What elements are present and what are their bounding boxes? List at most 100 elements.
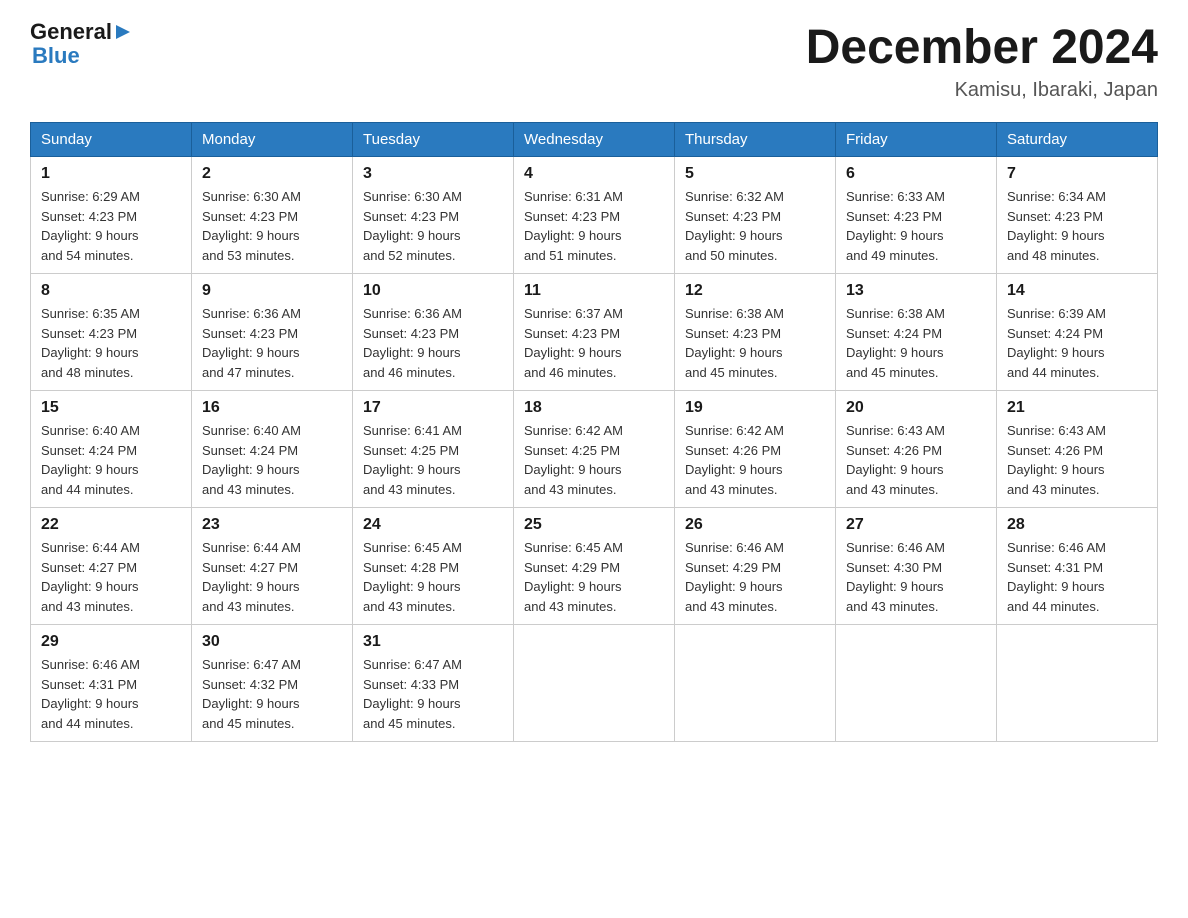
calendar-cell: 2 Sunrise: 6:30 AM Sunset: 4:23 PM Dayli… xyxy=(192,157,353,274)
day-number: 3 xyxy=(363,165,503,183)
header-monday: Monday xyxy=(192,123,353,157)
calendar-cell: 12 Sunrise: 6:38 AM Sunset: 4:23 PM Dayl… xyxy=(675,274,836,391)
day-number: 6 xyxy=(846,165,986,183)
calendar-cell: 1 Sunrise: 6:29 AM Sunset: 4:23 PM Dayli… xyxy=(31,157,192,274)
day-number: 27 xyxy=(846,516,986,534)
calendar-cell: 18 Sunrise: 6:42 AM Sunset: 4:25 PM Dayl… xyxy=(514,391,675,508)
day-number: 25 xyxy=(524,516,664,534)
calendar-cell: 16 Sunrise: 6:40 AM Sunset: 4:24 PM Dayl… xyxy=(192,391,353,508)
calendar-cell: 3 Sunrise: 6:30 AM Sunset: 4:23 PM Dayli… xyxy=(353,157,514,274)
month-title: December 2024 xyxy=(806,20,1158,75)
calendar-cell: 10 Sunrise: 6:36 AM Sunset: 4:23 PM Dayl… xyxy=(353,274,514,391)
header-saturday: Saturday xyxy=(997,123,1158,157)
day-number: 26 xyxy=(685,516,825,534)
calendar-cell: 4 Sunrise: 6:31 AM Sunset: 4:23 PM Dayli… xyxy=(514,157,675,274)
day-number: 4 xyxy=(524,165,664,183)
day-info: Sunrise: 6:44 AM Sunset: 4:27 PM Dayligh… xyxy=(202,538,342,616)
day-number: 10 xyxy=(363,282,503,300)
day-info: Sunrise: 6:43 AM Sunset: 4:26 PM Dayligh… xyxy=(1007,421,1147,499)
day-number: 19 xyxy=(685,399,825,417)
calendar-cell: 5 Sunrise: 6:32 AM Sunset: 4:23 PM Dayli… xyxy=(675,157,836,274)
day-info: Sunrise: 6:36 AM Sunset: 4:23 PM Dayligh… xyxy=(202,304,342,382)
day-info: Sunrise: 6:46 AM Sunset: 4:31 PM Dayligh… xyxy=(1007,538,1147,616)
day-number: 13 xyxy=(846,282,986,300)
calendar-cell: 28 Sunrise: 6:46 AM Sunset: 4:31 PM Dayl… xyxy=(997,508,1158,625)
calendar-cell xyxy=(997,625,1158,742)
calendar-cell: 20 Sunrise: 6:43 AM Sunset: 4:26 PM Dayl… xyxy=(836,391,997,508)
week-row-2: 8 Sunrise: 6:35 AM Sunset: 4:23 PM Dayli… xyxy=(31,274,1158,391)
day-number: 24 xyxy=(363,516,503,534)
calendar-cell: 15 Sunrise: 6:40 AM Sunset: 4:24 PM Dayl… xyxy=(31,391,192,508)
day-info: Sunrise: 6:43 AM Sunset: 4:26 PM Dayligh… xyxy=(846,421,986,499)
week-row-5: 29 Sunrise: 6:46 AM Sunset: 4:31 PM Dayl… xyxy=(31,625,1158,742)
day-info: Sunrise: 6:46 AM Sunset: 4:30 PM Dayligh… xyxy=(846,538,986,616)
day-number: 7 xyxy=(1007,165,1147,183)
calendar-cell: 22 Sunrise: 6:44 AM Sunset: 4:27 PM Dayl… xyxy=(31,508,192,625)
day-info: Sunrise: 6:46 AM Sunset: 4:29 PM Dayligh… xyxy=(685,538,825,616)
day-info: Sunrise: 6:34 AM Sunset: 4:23 PM Dayligh… xyxy=(1007,187,1147,265)
day-number: 8 xyxy=(41,282,181,300)
header-tuesday: Tuesday xyxy=(353,123,514,157)
day-info: Sunrise: 6:30 AM Sunset: 4:23 PM Dayligh… xyxy=(363,187,503,265)
day-number: 16 xyxy=(202,399,342,417)
calendar-cell: 11 Sunrise: 6:37 AM Sunset: 4:23 PM Dayl… xyxy=(514,274,675,391)
calendar-cell xyxy=(675,625,836,742)
header-wednesday: Wednesday xyxy=(514,123,675,157)
day-number: 28 xyxy=(1007,516,1147,534)
header-thursday: Thursday xyxy=(675,123,836,157)
calendar-cell: 17 Sunrise: 6:41 AM Sunset: 4:25 PM Dayl… xyxy=(353,391,514,508)
location: Kamisu, Ibaraki, Japan xyxy=(806,79,1158,102)
day-info: Sunrise: 6:38 AM Sunset: 4:23 PM Dayligh… xyxy=(685,304,825,382)
calendar-cell: 27 Sunrise: 6:46 AM Sunset: 4:30 PM Dayl… xyxy=(836,508,997,625)
week-row-3: 15 Sunrise: 6:40 AM Sunset: 4:24 PM Dayl… xyxy=(31,391,1158,508)
calendar-cell: 9 Sunrise: 6:36 AM Sunset: 4:23 PM Dayli… xyxy=(192,274,353,391)
calendar-cell: 29 Sunrise: 6:46 AM Sunset: 4:31 PM Dayl… xyxy=(31,625,192,742)
day-number: 17 xyxy=(363,399,503,417)
day-number: 29 xyxy=(41,633,181,651)
day-info: Sunrise: 6:41 AM Sunset: 4:25 PM Dayligh… xyxy=(363,421,503,499)
day-info: Sunrise: 6:42 AM Sunset: 4:25 PM Dayligh… xyxy=(524,421,664,499)
day-info: Sunrise: 6:39 AM Sunset: 4:24 PM Dayligh… xyxy=(1007,304,1147,382)
day-info: Sunrise: 6:45 AM Sunset: 4:29 PM Dayligh… xyxy=(524,538,664,616)
calendar-cell: 21 Sunrise: 6:43 AM Sunset: 4:26 PM Dayl… xyxy=(997,391,1158,508)
calendar-cell: 31 Sunrise: 6:47 AM Sunset: 4:33 PM Dayl… xyxy=(353,625,514,742)
day-info: Sunrise: 6:36 AM Sunset: 4:23 PM Dayligh… xyxy=(363,304,503,382)
calendar-cell: 19 Sunrise: 6:42 AM Sunset: 4:26 PM Dayl… xyxy=(675,391,836,508)
week-row-4: 22 Sunrise: 6:44 AM Sunset: 4:27 PM Dayl… xyxy=(31,508,1158,625)
calendar-cell xyxy=(514,625,675,742)
logo-blue-text: Blue xyxy=(32,44,132,68)
day-number: 31 xyxy=(363,633,503,651)
day-info: Sunrise: 6:46 AM Sunset: 4:31 PM Dayligh… xyxy=(41,655,181,733)
calendar-cell: 13 Sunrise: 6:38 AM Sunset: 4:24 PM Dayl… xyxy=(836,274,997,391)
day-info: Sunrise: 6:33 AM Sunset: 4:23 PM Dayligh… xyxy=(846,187,986,265)
calendar-cell xyxy=(836,625,997,742)
calendar-cell: 24 Sunrise: 6:45 AM Sunset: 4:28 PM Dayl… xyxy=(353,508,514,625)
logo-arrow-icon xyxy=(114,23,132,41)
day-number: 14 xyxy=(1007,282,1147,300)
header-friday: Friday xyxy=(836,123,997,157)
header-sunday: Sunday xyxy=(31,123,192,157)
day-number: 5 xyxy=(685,165,825,183)
day-info: Sunrise: 6:47 AM Sunset: 4:32 PM Dayligh… xyxy=(202,655,342,733)
day-number: 20 xyxy=(846,399,986,417)
day-number: 22 xyxy=(41,516,181,534)
day-number: 30 xyxy=(202,633,342,651)
week-row-1: 1 Sunrise: 6:29 AM Sunset: 4:23 PM Dayli… xyxy=(31,157,1158,274)
calendar-cell: 8 Sunrise: 6:35 AM Sunset: 4:23 PM Dayli… xyxy=(31,274,192,391)
day-number: 23 xyxy=(202,516,342,534)
calendar-cell: 26 Sunrise: 6:46 AM Sunset: 4:29 PM Dayl… xyxy=(675,508,836,625)
calendar-cell: 25 Sunrise: 6:45 AM Sunset: 4:29 PM Dayl… xyxy=(514,508,675,625)
day-number: 12 xyxy=(685,282,825,300)
day-number: 15 xyxy=(41,399,181,417)
logo-general-text: General xyxy=(30,20,112,44)
calendar-cell: 6 Sunrise: 6:33 AM Sunset: 4:23 PM Dayli… xyxy=(836,157,997,274)
day-info: Sunrise: 6:32 AM Sunset: 4:23 PM Dayligh… xyxy=(685,187,825,265)
day-info: Sunrise: 6:37 AM Sunset: 4:23 PM Dayligh… xyxy=(524,304,664,382)
logo: General Blue xyxy=(30,20,132,68)
day-info: Sunrise: 6:45 AM Sunset: 4:28 PM Dayligh… xyxy=(363,538,503,616)
day-info: Sunrise: 6:31 AM Sunset: 4:23 PM Dayligh… xyxy=(524,187,664,265)
day-info: Sunrise: 6:42 AM Sunset: 4:26 PM Dayligh… xyxy=(685,421,825,499)
day-info: Sunrise: 6:40 AM Sunset: 4:24 PM Dayligh… xyxy=(41,421,181,499)
day-number: 9 xyxy=(202,282,342,300)
calendar-cell: 7 Sunrise: 6:34 AM Sunset: 4:23 PM Dayli… xyxy=(997,157,1158,274)
